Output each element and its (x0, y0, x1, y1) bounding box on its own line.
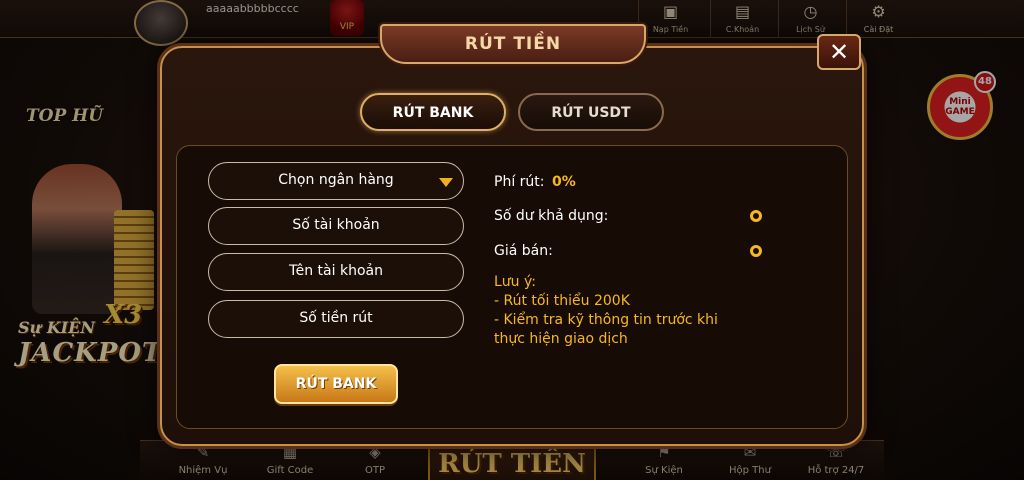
fee-value: 0% (552, 174, 576, 190)
note-line: - Kiểm tra kỹ thông tin trước khi (494, 312, 718, 328)
coin-icon (750, 210, 762, 222)
close-icon: ✕ (828, 38, 850, 66)
tab-rut-bank[interactable]: RÚT BANK (360, 93, 506, 131)
fee-label: Phí rút: (494, 174, 545, 190)
dialog-title: RÚT TIỀN (464, 34, 562, 54)
dialog-title-plate: RÚT TIỀN (380, 24, 646, 64)
price-label: Giá bán: (494, 243, 553, 259)
bank-select-label: Chọn ngân hàng (278, 172, 394, 188)
chevron-down-icon (439, 178, 453, 187)
note-title: Lưu ý: (494, 274, 536, 290)
submit-withdraw-button[interactable]: RÚT BANK (274, 364, 398, 404)
amount-field[interactable]: Số tiền rút (208, 300, 464, 338)
note-line: - Rút tối thiểu 200K (494, 293, 630, 309)
note-line: thực hiện giao dịch (494, 331, 628, 347)
coin-icon (750, 245, 762, 257)
withdraw-note: Lưu ý: - Rút tối thiểu 200K - Kiểm tra k… (494, 273, 784, 349)
account-name-field[interactable]: Tên tài khoản (208, 253, 464, 291)
account-number-field[interactable]: Số tài khoản (208, 207, 464, 245)
tab-rut-usdt[interactable]: RÚT USDT (518, 93, 664, 131)
balance-label: Số dư khả dụng: (494, 208, 609, 224)
close-button[interactable]: ✕ (817, 34, 861, 70)
bank-select[interactable]: Chọn ngân hàng (208, 162, 464, 200)
